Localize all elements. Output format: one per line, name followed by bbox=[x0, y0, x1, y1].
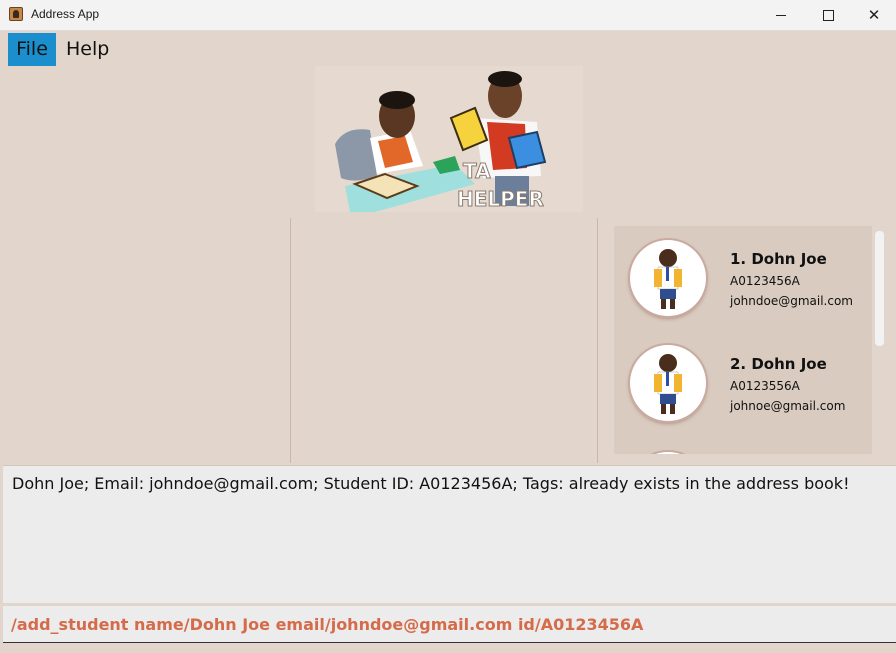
banner-illustration: TA HELPER bbox=[315, 66, 583, 212]
menu-file[interactable]: File bbox=[8, 33, 56, 66]
student-id: A0123556A bbox=[730, 379, 800, 393]
student-card[interactable]: 1. Dohn Joe A0123456A johndoe@gmail.com bbox=[614, 226, 872, 330]
ta-helper-banner: TA HELPER bbox=[315, 66, 583, 212]
title-bar: Address App ✕ bbox=[0, 0, 896, 31]
status-strip bbox=[0, 644, 896, 653]
minimize-icon bbox=[776, 15, 786, 16]
close-button[interactable]: ✕ bbox=[851, 0, 896, 31]
banner-text-ta: TA bbox=[463, 159, 491, 183]
student-list-scrollbar-thumb[interactable] bbox=[875, 231, 884, 346]
command-input[interactable] bbox=[3, 606, 896, 642]
minimize-button[interactable] bbox=[758, 0, 804, 31]
window-title: Address App bbox=[31, 7, 100, 21]
student-card[interactable] bbox=[614, 438, 872, 454]
person-two-hair bbox=[488, 71, 522, 87]
left-panel bbox=[0, 218, 290, 463]
middle-panel bbox=[291, 218, 597, 463]
person-one-hair bbox=[379, 91, 415, 109]
student-list[interactable]: 1. Dohn Joe A0123456A johndoe@gmail.com … bbox=[614, 226, 872, 454]
result-message: Dohn Joe; Email: johndoe@gmail.com; Stud… bbox=[12, 474, 850, 493]
maximize-icon bbox=[822, 10, 834, 21]
student-avatar-icon bbox=[630, 240, 706, 316]
app-icon bbox=[9, 7, 23, 21]
panel-divider[interactable] bbox=[597, 218, 598, 463]
command-box[interactable] bbox=[3, 606, 896, 643]
student-avatar-icon bbox=[630, 452, 706, 454]
student-avatar-icon bbox=[630, 345, 706, 421]
menu-bar: File Help bbox=[0, 31, 896, 67]
student-name: 2. Dohn Joe bbox=[730, 355, 827, 373]
student-card[interactable]: 2. Dohn Joe A0123556A johnoe@gmail.com bbox=[614, 331, 872, 435]
student-name: 1. Dohn Joe bbox=[730, 250, 827, 268]
maximize-button[interactable] bbox=[805, 0, 851, 31]
student-email: johnoe@gmail.com bbox=[730, 399, 846, 413]
chair-shape bbox=[335, 129, 377, 181]
student-email: johndoe@gmail.com bbox=[730, 294, 853, 308]
student-id: A0123456A bbox=[730, 274, 800, 288]
menu-help[interactable]: Help bbox=[58, 33, 117, 66]
result-display: Dohn Joe; Email: johndoe@gmail.com; Stud… bbox=[3, 465, 896, 603]
close-icon: ✕ bbox=[867, 6, 881, 24]
banner-text-helper: HELPER bbox=[457, 187, 544, 211]
